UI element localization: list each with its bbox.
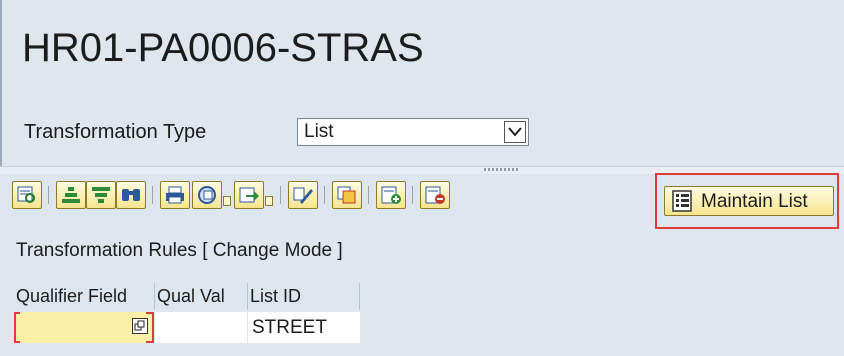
section-title: Transformation Rules [ Change Mode ] (16, 240, 343, 261)
toolbar-separator (280, 186, 281, 204)
transformation-type-value: List (304, 121, 334, 142)
column-header-list-id[interactable]: List ID (248, 283, 360, 310)
edit-icon[interactable] (288, 181, 318, 209)
column-header-qual-val[interactable]: Qual Val (155, 283, 248, 310)
splitter-grip-icon[interactable] (484, 168, 518, 171)
column-header-qualifier-field[interactable]: Qualifier Field (14, 283, 155, 310)
filter-icon[interactable] (86, 181, 116, 209)
toolbar-separator (152, 186, 153, 204)
print-icon[interactable] (160, 181, 190, 209)
qual-val-input[interactable] (155, 312, 247, 343)
page-title: HR01-PA0006-STRAS (22, 26, 424, 70)
list-icon (672, 190, 694, 217)
maintain-list-button[interactable]: Maintain List (664, 186, 834, 216)
copy-icon[interactable] (332, 181, 362, 209)
required-marker-left (14, 312, 20, 343)
toolbar-separator (324, 186, 325, 204)
export-dropdown-icon[interactable] (265, 196, 273, 206)
find-icon[interactable] (116, 181, 146, 209)
layout-icon[interactable] (192, 181, 222, 209)
toolbar-separator (48, 186, 49, 204)
toolbar-separator (368, 186, 369, 204)
maintain-list-label: Maintain List (701, 191, 808, 212)
required-marker-right (146, 312, 154, 343)
layout-dropdown-icon[interactable] (223, 196, 231, 206)
list-id-cell[interactable]: STREET (248, 312, 360, 343)
transformation-type-select[interactable]: List (297, 118, 529, 146)
chevron-down-icon[interactable] (504, 121, 526, 143)
export-icon[interactable] (234, 181, 264, 209)
sort-ascending-icon[interactable] (56, 181, 86, 209)
details-icon[interactable] (12, 181, 42, 209)
transformation-type-label: Transformation Type (24, 121, 207, 143)
toolbar-separator (412, 186, 413, 204)
left-border (0, 0, 2, 166)
insert-row-icon[interactable] (376, 181, 406, 209)
delete-row-icon[interactable] (420, 181, 450, 209)
